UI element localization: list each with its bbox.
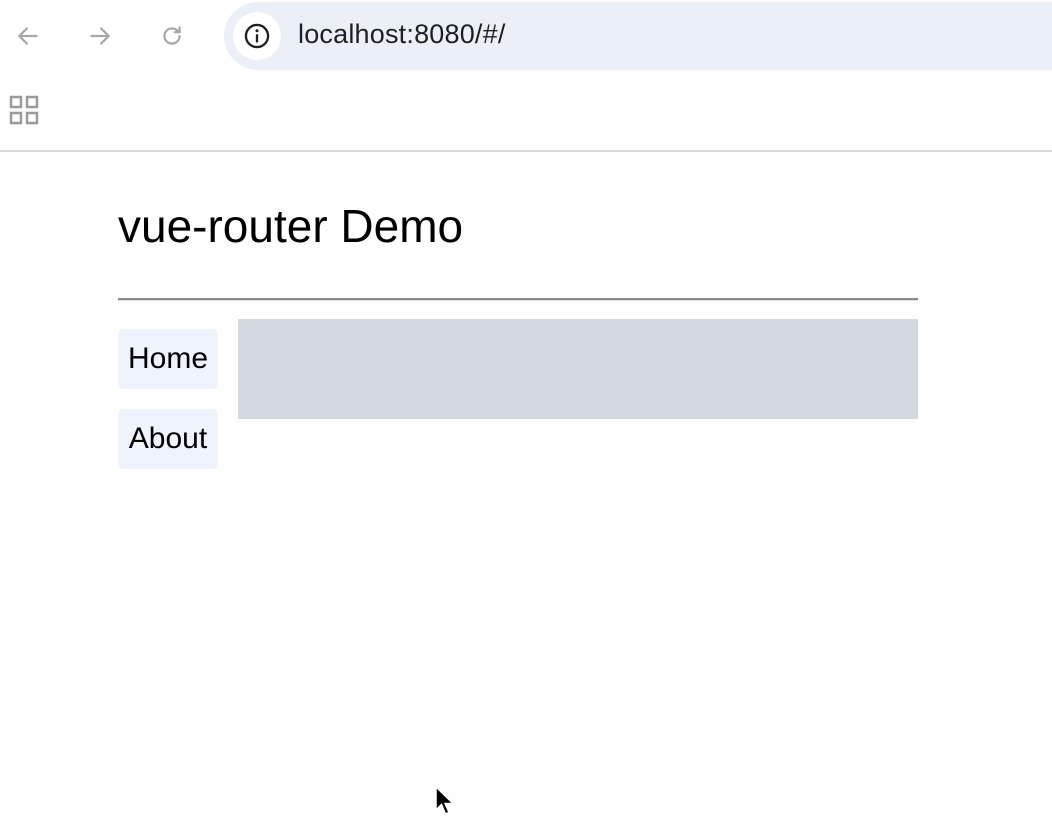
apps-grid-icon[interactable] [8,94,40,126]
site-info-button[interactable] [233,12,281,60]
reload-icon [163,26,181,45]
router-view [238,319,918,419]
address-bar[interactable]: localhost:8080/#/ [224,2,1052,70]
forward-button[interactable] [84,20,116,52]
back-button[interactable] [12,20,44,52]
bookmarks-bar [0,72,1052,152]
browser-toolbar: localhost:8080/#/ [0,0,1052,72]
nav-link-about[interactable]: About [118,409,218,469]
url-text[interactable]: localhost:8080/#/ [298,19,506,50]
reload-button[interactable] [156,20,188,52]
arrow-left-icon [18,27,38,45]
arrow-right-icon [90,27,110,45]
info-icon [244,23,270,49]
page-content: vue-router Demo Home About [0,152,1052,808]
nav-link-home[interactable]: Home [118,329,218,389]
title-divider [118,298,918,301]
mouse-cursor-icon [435,786,455,815]
page-title: vue-router Demo [118,200,464,252]
